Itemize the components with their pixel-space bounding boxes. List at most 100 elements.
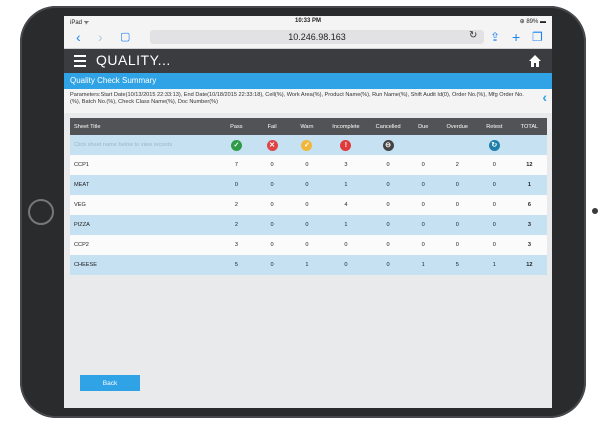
- col-total: TOTAL: [511, 118, 547, 135]
- total-cell: 3: [511, 215, 547, 235]
- warn-cell: 0: [289, 175, 325, 195]
- cancelled-cell: 0: [367, 255, 409, 275]
- reload-icon[interactable]: ↻: [469, 30, 477, 41]
- total-cell: 3: [511, 235, 547, 255]
- pass-cell: 5: [218, 255, 255, 275]
- back-button[interactable]: Back: [80, 375, 140, 391]
- new-tab-icon[interactable]: +: [512, 29, 520, 45]
- overdue-cell: 0: [437, 195, 477, 215]
- col-incomplete: Incomplete: [324, 118, 368, 135]
- retest-cell: 0: [476, 195, 512, 215]
- overdue-cell: 5: [437, 255, 477, 275]
- total-cell: 12: [511, 255, 547, 275]
- check-icon[interactable]: ✓: [230, 139, 242, 151]
- table-row[interactable]: CCP2 3 0 0 0 0 0 0 0 3: [70, 235, 547, 255]
- retest-cell: 0: [476, 215, 512, 235]
- cancelled-cell: 0: [367, 175, 409, 195]
- incomplete-cell: 1: [324, 175, 368, 195]
- table-row[interactable]: MEAT 0 0 0 1 0 0 0 0 1: [70, 175, 547, 195]
- tabs-icon[interactable]: ❐: [532, 29, 543, 45]
- col-cancelled: Cancelled: [367, 118, 409, 135]
- summary-title-bar: Quality Check Summary: [64, 73, 552, 89]
- pass-cell: 0: [218, 175, 255, 195]
- fail-cell: 0: [254, 175, 290, 195]
- share-icon[interactable]: ⇪: [490, 29, 500, 45]
- col-fail: Fail: [254, 118, 290, 135]
- sheet-title-cell[interactable]: MEAT: [70, 175, 219, 195]
- exclamation-icon[interactable]: !: [340, 139, 352, 151]
- check-warn-icon[interactable]: ✓: [301, 139, 313, 151]
- retest-cell: 1: [476, 255, 512, 275]
- total-cell: 1: [511, 175, 547, 195]
- pass-cell: 2: [218, 215, 255, 235]
- table-row[interactable]: CCP1 7 0 0 3 0 0 2 0 12: [70, 155, 547, 175]
- col-warn: Warn: [289, 118, 325, 135]
- browser-toolbar: ‹ › ▢ 10.246.98.163 ↻ ⇪ + ❐: [64, 26, 552, 49]
- due-cell: 0: [408, 235, 438, 255]
- table-row[interactable]: CHEESE 5 0 1 0 0 1 5 1 12: [70, 255, 547, 275]
- pass-cell: 2: [218, 195, 255, 215]
- summary-table: Sheet Title Pass Fail Warn Incomplete Ca…: [70, 118, 547, 275]
- fail-cell: 0: [254, 255, 290, 275]
- total-cell: 6: [511, 195, 547, 215]
- url-field[interactable]: 10.246.98.163: [150, 30, 484, 44]
- sheet-title-cell[interactable]: VEG: [70, 195, 219, 215]
- due-cell: 1: [408, 255, 438, 275]
- retest-cell: 0: [476, 235, 512, 255]
- fail-cell: 0: [254, 155, 290, 175]
- app-title: QUALITY...: [96, 52, 171, 68]
- overdue-cell: 0: [437, 175, 477, 195]
- status-time: 10:33 PM: [294, 18, 321, 24]
- warn-cell: 1: [289, 255, 325, 275]
- fail-cell: 0: [254, 235, 290, 255]
- incomplete-cell: 3: [324, 155, 368, 175]
- parameters-bar: Parameters:Start Date(10/13/2015 22:33:1…: [64, 89, 552, 113]
- table-row[interactable]: PIZZA 2 0 0 1 0 0 0 0 3: [70, 215, 547, 235]
- due-cell: 0: [408, 175, 438, 195]
- total-cell: 12: [511, 155, 547, 175]
- sheet-title-cell[interactable]: CCP2: [70, 235, 219, 255]
- overdue-cell: 0: [437, 215, 477, 235]
- col-due: Due: [408, 118, 438, 135]
- cancel-icon[interactable]: ⊖: [382, 139, 394, 151]
- overdue-cell: 0: [437, 235, 477, 255]
- table-row[interactable]: VEG 2 0 0 4 0 0 0 0 6: [70, 195, 547, 215]
- bookmarks-icon[interactable]: ▢: [120, 29, 130, 45]
- status-bar: iPad ᯤ 10:33 PM ⊕ 89% ▬: [64, 16, 552, 26]
- sheet-title-cell[interactable]: PIZZA: [70, 215, 219, 235]
- cancelled-cell: 0: [367, 195, 409, 215]
- col-overdue: Overdue: [437, 118, 477, 135]
- home-button[interactable]: [28, 199, 54, 225]
- cancelled-cell: 0: [367, 155, 409, 175]
- incomplete-cell: 0: [324, 235, 368, 255]
- x-icon[interactable]: ✕: [266, 139, 278, 151]
- retest-icon[interactable]: ↻: [488, 139, 500, 151]
- back-chevron-icon[interactable]: ‹: [76, 29, 81, 45]
- home-icon[interactable]: [528, 54, 542, 68]
- pass-cell: 3: [218, 235, 255, 255]
- url-text: 10.246.98.163: [288, 32, 346, 42]
- status-icon-row: Click sheet name below to view records ✓…: [70, 135, 547, 155]
- status-battery: ⊕ 89% ▬: [519, 19, 546, 25]
- col-pass: Pass: [218, 118, 255, 135]
- pass-cell: 7: [218, 155, 255, 175]
- warn-cell: 0: [289, 155, 325, 175]
- due-cell: 0: [408, 155, 438, 175]
- screen: iPad ᯤ 10:33 PM ⊕ 89% ▬ ‹ › ▢ 10.246.98.…: [64, 16, 552, 408]
- retest-cell: 0: [476, 155, 512, 175]
- hint-text: Click sheet name below to view records: [70, 135, 219, 155]
- cancelled-cell: 0: [367, 235, 409, 255]
- warn-cell: 0: [289, 215, 325, 235]
- warn-cell: 0: [289, 235, 325, 255]
- sheet-title-cell[interactable]: CCP1: [70, 155, 219, 175]
- col-retest: Retest: [476, 118, 512, 135]
- forward-chevron-icon[interactable]: ›: [98, 29, 103, 45]
- sheet-title-cell[interactable]: CHEESE: [70, 255, 219, 275]
- incomplete-cell: 1: [324, 215, 368, 235]
- menu-icon[interactable]: [74, 55, 86, 67]
- chevron-left-icon[interactable]: ‹: [542, 90, 547, 104]
- warn-cell: 0: [289, 195, 325, 215]
- cancelled-cell: 0: [367, 215, 409, 235]
- due-cell: 0: [408, 215, 438, 235]
- fail-cell: 0: [254, 195, 290, 215]
